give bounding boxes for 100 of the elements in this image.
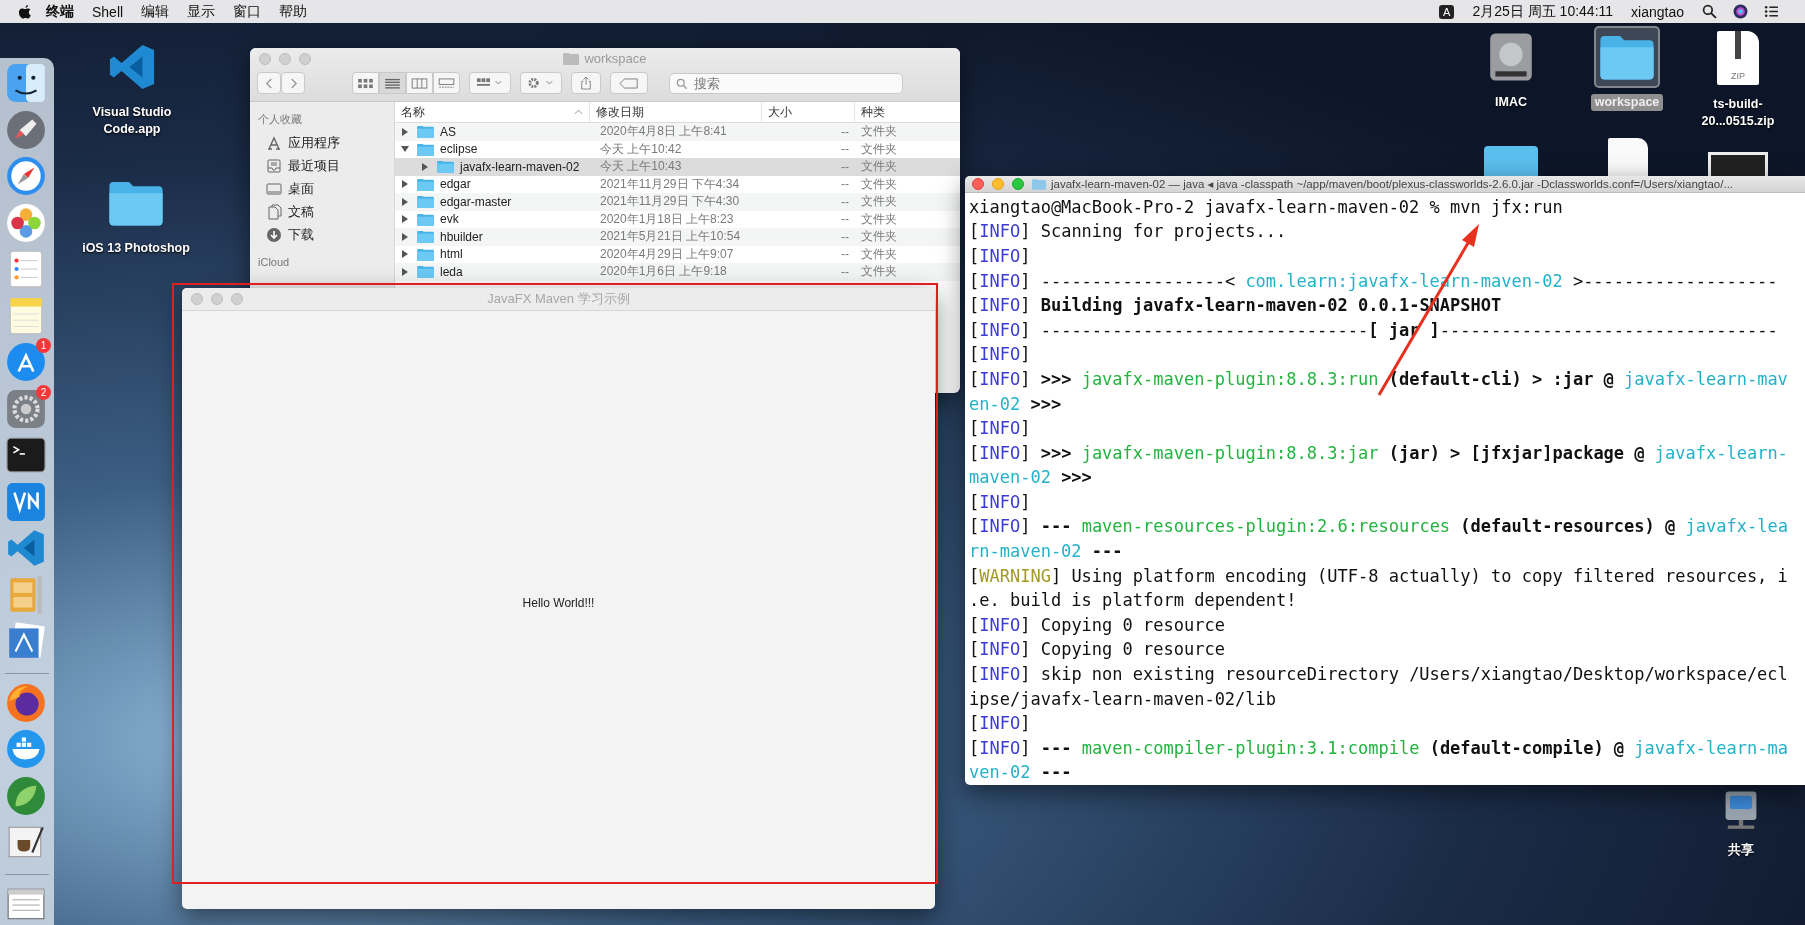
- disclosure-triangle-icon[interactable]: [401, 127, 409, 136]
- terminal-line: [INFO] skip non existing resourceDirectory /Users/xiangtao/Desktop/workspace/ecl: [969, 663, 1788, 687]
- disclosure-triangle-icon[interactable]: [401, 232, 409, 241]
- menu-item[interactable]: 显示: [187, 2, 216, 21]
- terminal-line: [INFO]: [969, 343, 1031, 367]
- disclosure-triangle-icon[interactable]: [401, 215, 409, 224]
- share-icon: [580, 76, 592, 90]
- file-size: --: [841, 212, 849, 227]
- disclosure-triangle-icon[interactable]: [401, 197, 409, 206]
- terminal-line: en-02 >>>: [969, 392, 1062, 416]
- file-name: evk: [440, 212, 459, 227]
- sidebar-item[interactable]: 应用程序: [288, 133, 340, 152]
- column-header[interactable]: 大小: [762, 102, 855, 122]
- file-row[interactable]: evk 2020年1月18日 上午8:23 -- 文件夹: [395, 210, 960, 228]
- view-grid-button[interactable]: [352, 72, 379, 94]
- file-row[interactable]: edgar 2021年11月29日 下午4:34 -- 文件夹: [395, 175, 960, 193]
- search-field[interactable]: 搜索: [669, 72, 903, 94]
- file-size: --: [841, 124, 849, 139]
- group-button[interactable]: [469, 72, 511, 94]
- file-row[interactable]: javafx-learn-maven-02 今天 上午10:43 -- 文件夹: [395, 158, 960, 176]
- sidebar-item[interactable]: 最近项目: [288, 156, 340, 175]
- download-icon: [266, 226, 282, 243]
- folder-icon: [417, 265, 434, 279]
- desktop-icon-label[interactable]: 共享: [1724, 842, 1758, 859]
- file-kind: 文件夹: [860, 158, 898, 176]
- notification-badge: 1: [36, 338, 51, 353]
- zip-file-icon[interactable]: ZIP: [1717, 31, 1759, 85]
- terminal-line: [INFO] Copying 0 resource: [969, 613, 1225, 637]
- folder-icon: [417, 230, 434, 244]
- close-button[interactable]: [972, 177, 984, 190]
- user-name[interactable]: xiangtao: [1631, 3, 1684, 20]
- file-size: --: [841, 247, 849, 262]
- notification-badge: 2: [36, 384, 51, 400]
- column-header[interactable]: 种类: [855, 102, 960, 122]
- zoom-button[interactable]: [1012, 177, 1024, 190]
- file-kind: 文件夹: [860, 210, 898, 228]
- file-row[interactable]: AS 2020年4月8日 上午8:41 -- 文件夹: [395, 123, 960, 141]
- terminal-line: [INFO] >>> javafx-maven-plugin:8.8.3:run (default-cli) > :jar @ javafx-learn-mav: [969, 367, 1788, 391]
- disclosure-triangle-icon[interactable]: [401, 180, 409, 189]
- action-button[interactable]: [520, 72, 562, 94]
- view-gallery-button[interactable]: [433, 72, 460, 94]
- compass-icon[interactable]: [5, 155, 47, 197]
- disclosure-triangle-icon[interactable]: [401, 145, 409, 154]
- tray-icon: [266, 157, 282, 174]
- view-list-button[interactable]: [379, 72, 406, 94]
- folder-icon: [417, 125, 434, 139]
- menu-item[interactable]: Shell: [92, 3, 124, 20]
- apple-logo-icon[interactable]: [18, 3, 32, 20]
- file-row[interactable]: leda 2020年1月6日 上午9:18 -- 文件夹: [395, 263, 960, 281]
- file-row[interactable]: edgar-master 2021年11月29日 下午4:30 -- 文件夹: [395, 193, 960, 211]
- folder-icon: [1032, 177, 1046, 190]
- clock[interactable]: 2月25日 周五 10:44:11: [1472, 2, 1614, 21]
- menu-item[interactable]: 帮助: [279, 2, 308, 21]
- ribbon-icon[interactable]: [5, 527, 47, 569]
- menu-item[interactable]: 编辑: [141, 2, 170, 21]
- column-header[interactable]: 修改日期: [590, 102, 762, 122]
- view-columns-button[interactable]: [406, 72, 433, 94]
- image-thumbnail[interactable]: [1708, 152, 1768, 176]
- sidebar-item[interactable]: 桌面: [288, 179, 314, 198]
- terminal-line: [INFO]: [969, 490, 1031, 514]
- monitor-icon: [266, 180, 282, 197]
- list-icon[interactable]: [1764, 4, 1779, 19]
- modified-date: 2020年1月6日 上午9:18: [599, 263, 728, 281]
- file-row[interactable]: html 2020年4月29日 上午9:07 -- 文件夹: [395, 245, 960, 263]
- file-name: edgar: [440, 177, 471, 192]
- orb-icon[interactable]: [1733, 4, 1748, 19]
- desktop-icon-label[interactable]: IMAC: [1491, 94, 1531, 111]
- monogram-icon[interactable]: [5, 480, 47, 523]
- globe-icon[interactable]: [5, 681, 47, 724]
- folder-icon: [417, 247, 434, 261]
- sidebar-item[interactable]: 下载: [288, 225, 314, 244]
- share-button[interactable]: [571, 72, 601, 94]
- file-row[interactable]: eclipse 今天 上午10:42 -- 文件夹: [395, 140, 960, 158]
- desktop-icon-label[interactable]: ts-build-20...0515.zip: [1679, 96, 1797, 130]
- modified-date: 2021年11月29日 下午4:34: [599, 175, 741, 193]
- column-header[interactable]: 名称: [395, 102, 590, 122]
- file-name: javafx-learn-maven-02: [460, 159, 580, 174]
- modified-date: 2020年4月29日 上午9:07: [599, 245, 735, 263]
- gear-icon: [527, 77, 555, 89]
- list-icon: [384, 77, 401, 89]
- sidebar-item[interactable]: 文稿: [288, 202, 314, 221]
- message-label: Hello World!!!: [522, 596, 595, 610]
- flower-icon[interactable]: [5, 201, 47, 244]
- file-row[interactable]: hbuilder 2021年5月21日 上午10:54 -- 文件夹: [395, 228, 960, 246]
- input-source-indicator[interactable]: A: [1439, 4, 1455, 19]
- menu-item[interactable]: 窗口: [233, 2, 262, 21]
- whale-icon[interactable]: [5, 728, 47, 770]
- desktop-icon-label[interactable]: Visual Studio Code.app: [73, 104, 191, 138]
- search-icon[interactable]: [1702, 4, 1717, 19]
- desktop-icon-label[interactable]: iOS 13 Photoshop: [78, 240, 194, 257]
- file-name: eclipse: [440, 142, 478, 157]
- file-kind: 文件夹: [860, 245, 898, 263]
- sidebar-heading: 个人收藏: [258, 112, 302, 127]
- disclosure-triangle-icon[interactable]: [401, 267, 409, 276]
- disclosure-triangle-icon[interactable]: [401, 250, 409, 259]
- menu-item[interactable]: 终端: [46, 2, 74, 21]
- disclosure-triangle-icon[interactable]: [421, 162, 429, 171]
- modified-date: 2021年11月29日 下午4:30: [599, 193, 741, 211]
- face-icon[interactable]: [5, 62, 47, 104]
- window-title: javafx-learn-maven-02 — java ◂ java -classpath ~/app/maven/boot/plexus-classworlds-2.6.0.jar -Dclassworlds.conf=/Users/xiangtao/...: [1051, 176, 1733, 191]
